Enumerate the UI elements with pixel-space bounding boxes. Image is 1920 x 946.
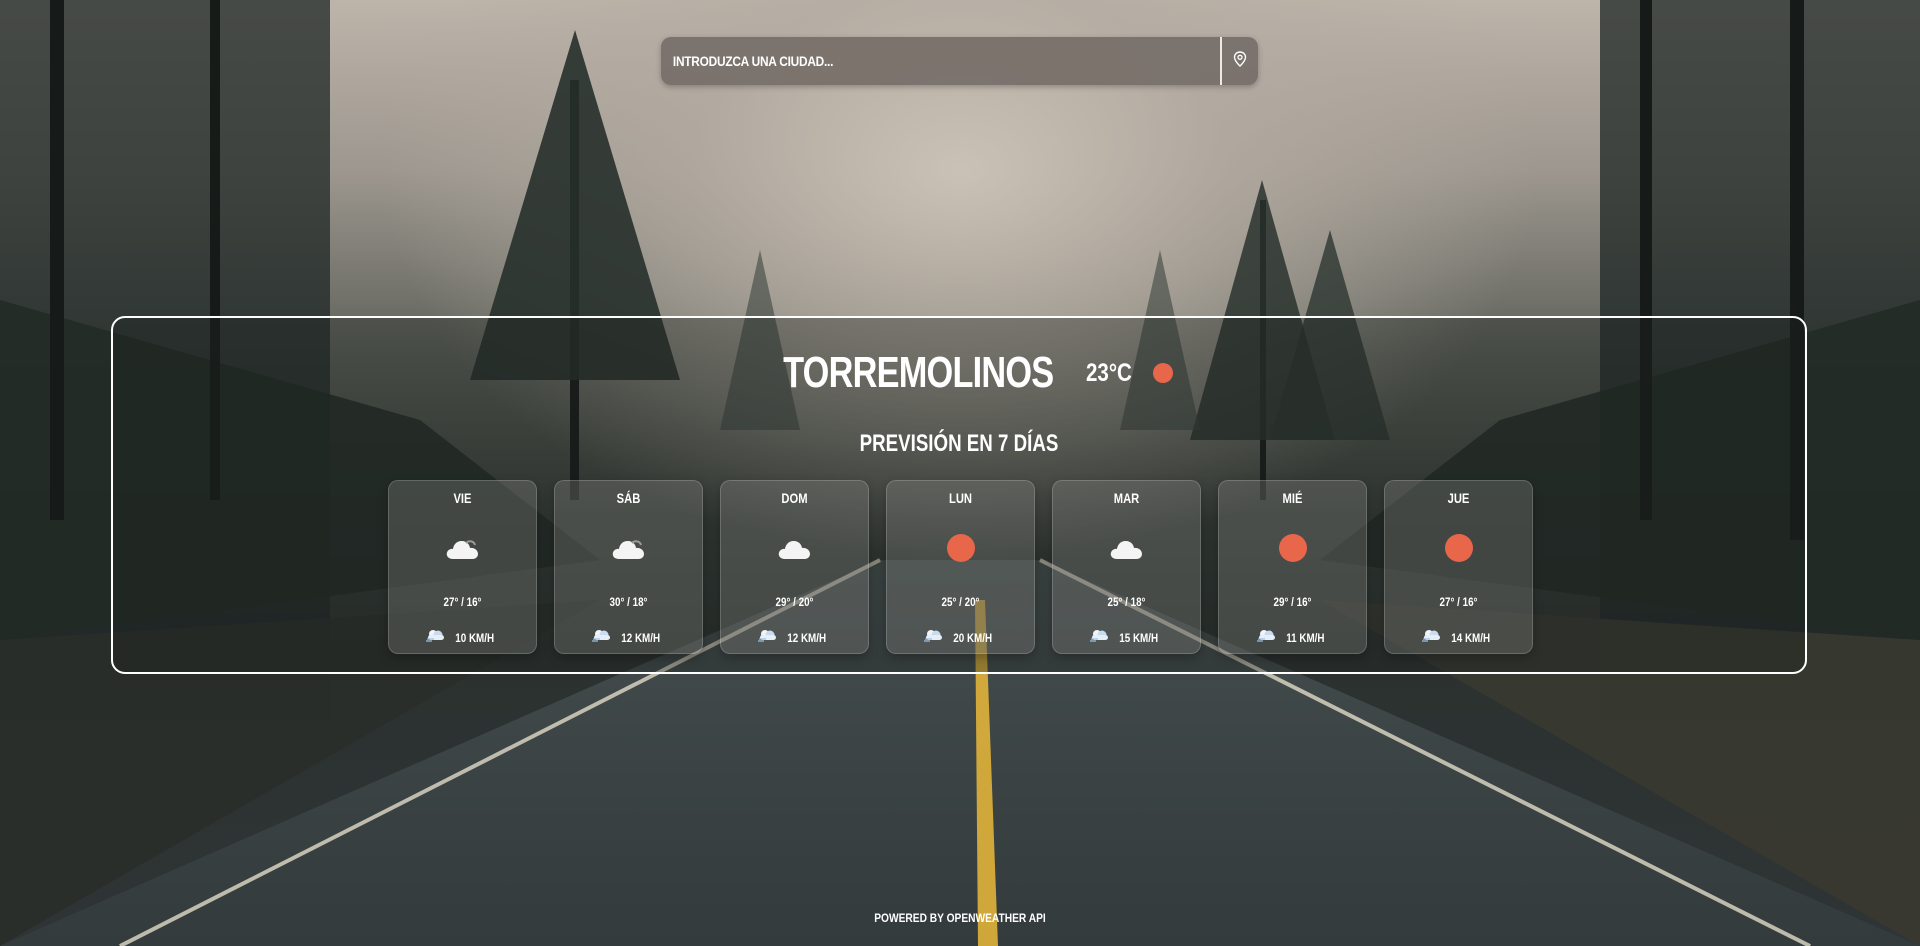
sun-icon <box>1153 363 1174 383</box>
forecast-card[interactable]: MIÉ 29° / 16° 11 KM/H <box>1218 480 1367 654</box>
forecast-card[interactable]: VIE 27° / 16° 10 KM/H <box>388 480 537 654</box>
forecast-title: PREVISIÓN EN 7 DÍAS <box>859 430 1059 457</box>
forecast-card[interactable]: JUE 27° / 16° 14 KM/H <box>1384 480 1533 654</box>
forecast-day: VIE <box>453 490 472 506</box>
city-search-bar <box>661 37 1258 85</box>
forecast-card[interactable]: LUN 25° / 20° 20 KM/H <box>886 480 1035 654</box>
forecast-wind: 11 KM/H <box>1219 628 1366 647</box>
forecast-wind: 12 KM/H <box>555 628 702 647</box>
wind-cloud-icon <box>1256 628 1277 647</box>
wind-cloud-icon <box>1422 628 1442 647</box>
forecast-wind: 10 KM/H <box>389 628 536 647</box>
footer-credit: POWERED BY OPENWEATHER API <box>874 911 1046 925</box>
weather-panel: TORREMOLINOS 23°C PREVISIÓN EN 7 DÍAS VI… <box>111 316 1807 674</box>
forecast-temps: 25° / 18° <box>1107 595 1146 609</box>
cloud-icon <box>555 533 702 563</box>
wind-speed: 20 KM/H <box>953 630 993 645</box>
forecast-wind: 12 KM/H <box>721 628 868 647</box>
cloud-icon <box>721 533 868 563</box>
forecast-temps: 29° / 20° <box>775 595 814 609</box>
forecast-card[interactable]: SÁB 30° / 18° 12 KM/H <box>554 480 703 654</box>
forecast-temps: 30° / 18° <box>609 595 648 609</box>
wind-cloud-icon <box>1090 628 1110 647</box>
map-pin-icon <box>1233 50 1247 72</box>
forecast-temps: 27° / 16° <box>443 595 482 609</box>
forecast-wind: 14 KM/H <box>1385 628 1532 647</box>
wind-speed: 15 KM/H <box>1119 630 1159 645</box>
city-name: TORREMOLINOS <box>782 348 1054 397</box>
city-search-input[interactable] <box>661 37 1137 85</box>
forecast-wind: 20 KM/H <box>887 628 1034 647</box>
forecast-temps: 29° / 16° <box>1273 595 1312 609</box>
forecast-wind: 15 KM/H <box>1053 628 1200 647</box>
wind-cloud-icon <box>758 628 778 647</box>
wind-speed: 11 KM/H <box>1285 630 1325 645</box>
forecast-temps: 27° / 16° <box>1439 595 1478 609</box>
forecast-day: MIÉ <box>1282 490 1303 506</box>
forecast-temps: 25° / 20° <box>941 595 980 609</box>
sun-icon <box>887 533 1034 563</box>
forecast-day: DOM <box>781 490 808 506</box>
forecast-day: MAR <box>1113 490 1140 506</box>
wind-speed: 12 KM/H <box>787 630 827 645</box>
current-temperature: 23°C <box>1086 358 1133 387</box>
wind-cloud-icon <box>924 628 944 647</box>
wind-speed: 12 KM/H <box>621 630 661 645</box>
sun-icon <box>1385 533 1532 563</box>
cloud-icon <box>1053 533 1200 563</box>
wind-cloud-icon <box>592 628 612 647</box>
wind-cloud-icon <box>426 628 446 647</box>
wind-speed: 14 KM/H <box>1451 630 1491 645</box>
geolocation-button[interactable] <box>1222 37 1258 85</box>
forecast-card[interactable]: DOM 29° / 20° 12 KM/H <box>720 480 869 654</box>
forecast-cards: VIE 27° / 16° 10 KM/H SÁB 30° / 18° 12 K… <box>388 480 1533 654</box>
wind-speed: 10 KM/H <box>455 630 495 645</box>
cloud-icon <box>389 533 536 563</box>
forecast-card[interactable]: MAR 25° / 18° 15 KM/H <box>1052 480 1201 654</box>
forecast-day: JUE <box>1447 490 1470 506</box>
current-weather-header: TORREMOLINOS 23°C <box>113 348 1805 398</box>
forecast-day: SÁB <box>616 490 641 506</box>
forecast-day: LUN <box>948 490 973 506</box>
sun-icon <box>1219 533 1366 563</box>
